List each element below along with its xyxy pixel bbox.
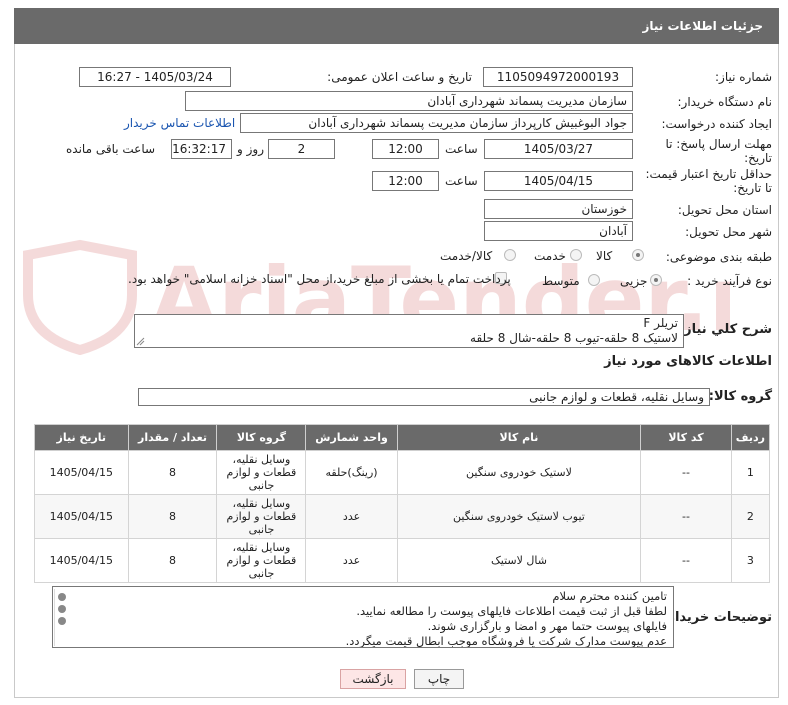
goods-group-field[interactable]: وسایل نقلیه، قطعات و لوازم جانبی xyxy=(138,388,710,406)
cell-group: وسایل نقلیه، قطعات و لوازم جانبی xyxy=(216,450,307,495)
category-radio-service[interactable] xyxy=(570,249,582,261)
reply-time-field[interactable]: 12:00 xyxy=(372,139,439,159)
page-title: جزئیات اطلاعات نیاز xyxy=(14,8,779,44)
cell-quantity: 8 xyxy=(127,450,218,495)
buyer-notes-field[interactable]: تامین کننده محترم سلام لطفا قبل از ثبت ق… xyxy=(52,586,674,648)
category-radio-goods-service[interactable] xyxy=(504,249,516,261)
cell-item-name: تیوب لاستیک خودروی سنگین xyxy=(396,494,642,539)
requester-label: ایجاد کننده درخواست: xyxy=(661,117,772,131)
city-label: شهر محل تحویل: xyxy=(685,225,772,239)
cell-unit: (رینگ)حلقه xyxy=(305,450,398,495)
need-number-label: شماره نیاز: xyxy=(715,70,772,84)
table-row[interactable]: 1 -- لاستیک خودروی سنگین (رینگ)حلقه وسای… xyxy=(34,450,771,495)
reply-deadline-label: مهلت ارسال پاسخ: تا xyxy=(665,137,772,151)
cell-need-date: 1405/04/15 xyxy=(34,494,129,539)
need-number-field[interactable]: 1105094972000193 xyxy=(483,67,633,87)
category-radio-goods[interactable] xyxy=(632,249,644,261)
cell-group: وسایل نقلیه، قطعات و لوازم جانبی xyxy=(216,538,307,583)
cell-unit: عدد xyxy=(305,538,398,583)
price-validity-label: حداقل تاریخ اعتبار قیمت: xyxy=(645,167,772,181)
cell-unit: عدد xyxy=(305,494,398,539)
buyer-org-label: نام دستگاه خریدار: xyxy=(677,95,773,109)
col-group: گروه کالا xyxy=(216,424,307,451)
table-row[interactable]: 3 -- شال لاستیک عدد وسایل نقلیه، قطعات و… xyxy=(34,538,771,583)
cell-quantity: 8 xyxy=(127,538,218,583)
reply-deadline-label-2: تاریخ: xyxy=(744,151,772,165)
cell-item-code: -- xyxy=(640,494,732,539)
note-line-4: عدم پیوست مدارک شرکت یا فروشگاه موجب ابط… xyxy=(345,634,667,648)
col-item-name: نام کالا xyxy=(396,424,642,451)
announce-datetime-label: تاریخ و ساعت اعلان عمومی: xyxy=(327,70,472,84)
col-row-number: ردیف xyxy=(730,424,771,451)
day-and-label: روز و xyxy=(237,142,264,156)
general-desc-line-1: تریلر F xyxy=(643,316,678,330)
contact-buyer-link[interactable]: اطلاعات تماس خریدار xyxy=(124,116,235,130)
process-radio-medium[interactable] xyxy=(588,274,600,286)
cell-group: وسایل نقلیه، قطعات و لوازم جانبی xyxy=(216,494,307,539)
cell-item-code: -- xyxy=(640,538,732,583)
remaining-time-field[interactable]: 16:32:17 xyxy=(171,139,232,159)
items-table: ردیف کد کالا نام کالا واحد شمارش گروه کا… xyxy=(34,424,771,583)
cell-quantity: 8 xyxy=(127,494,218,539)
scroll-up-dot-icon[interactable] xyxy=(58,593,66,601)
resize-handle-icon[interactable] xyxy=(136,337,145,346)
cell-row-number: 2 xyxy=(730,494,771,539)
requester-field[interactable]: جواد البوغبیش کارپرداز سازمان مدیریت پسم… xyxy=(240,113,633,133)
col-quantity: تعداد / مقدار xyxy=(127,424,218,451)
treasury-note: پرداخت تمام یا بخشی از مبلغ خرید،از محل … xyxy=(128,272,511,286)
col-unit: واحد شمارش xyxy=(305,424,398,451)
scroll-thumb-dot-icon[interactable] xyxy=(58,605,66,613)
note-line-3: فایلهای پیوست حتما مهر و امضا و بارگزاری… xyxy=(427,619,667,633)
print-button[interactable]: چاپ xyxy=(414,669,464,689)
process-type-label: نوع فرآیند خرید : xyxy=(687,274,772,288)
province-label: استان محل تحویل: xyxy=(677,203,772,217)
cell-item-name: لاستیک خودروی سنگین xyxy=(396,450,642,495)
cell-need-date: 1405/04/15 xyxy=(34,450,129,495)
notes-scrollbar[interactable] xyxy=(54,589,68,646)
province-field[interactable]: خوزستان xyxy=(484,199,633,219)
general-desc-field[interactable]: تریلر F لاستیک 8 حلقه-تیوب 8 حلقه-شال 8 … xyxy=(134,314,684,348)
category-label: طبقه بندی موضوعی: xyxy=(665,250,772,264)
general-desc-line-2: لاستیک 8 حلقه-تیوب 8 حلقه-شال 8 حلقه xyxy=(470,331,678,345)
process-minor-label: جزیی xyxy=(620,274,648,288)
table-header-row: ردیف کد کالا نام کالا واحد شمارش گروه کا… xyxy=(34,424,771,451)
category-goods-service-label: کالا/خدمت xyxy=(440,249,493,263)
cell-row-number: 3 xyxy=(730,538,771,583)
general-desc-label: شرح کلي نياز: xyxy=(678,322,772,337)
category-goods-label: کالا xyxy=(596,249,613,263)
city-field[interactable]: آبادان xyxy=(484,221,633,241)
validity-hour-label: ساعت xyxy=(445,174,478,188)
validity-time-field[interactable]: 12:00 xyxy=(372,171,439,191)
process-radio-minor[interactable] xyxy=(650,274,662,286)
col-item-code: کد کالا xyxy=(640,424,732,451)
note-line-1: تامین کننده محترم سلام xyxy=(552,589,667,603)
reply-hour-label: ساعت xyxy=(445,142,478,156)
cell-item-name: شال لاستیک xyxy=(396,538,642,583)
note-line-2: لطفا قبل از ثبت قیمت اطلاعات فایلهای پیو… xyxy=(356,604,667,618)
scroll-down-dot-icon[interactable] xyxy=(58,617,66,625)
price-validity-label-2: تا تاریخ: xyxy=(733,181,772,195)
days-field[interactable]: 2 xyxy=(268,139,335,159)
validity-date-field[interactable]: 1405/04/15 xyxy=(484,171,633,191)
cell-need-date: 1405/04/15 xyxy=(34,538,129,583)
goods-group-label: گروه کالا: xyxy=(708,389,772,404)
process-medium-label: متوسط xyxy=(542,274,580,288)
goods-info-heading: اطلاعات کالاهای مورد نیاز xyxy=(604,354,772,369)
cell-item-code: -- xyxy=(640,450,732,495)
category-service-label: خدمت xyxy=(534,249,566,263)
buyer-notes-label: توضیحات خریدار: xyxy=(662,610,772,625)
col-need-date: تاریخ نیاز xyxy=(34,424,129,451)
buyer-org-field[interactable]: سازمان مدیریت پسماند شهرداری آبادان xyxy=(185,91,633,111)
back-button[interactable]: بازگشت xyxy=(340,669,406,689)
announce-datetime-field[interactable]: 1405/03/24 - 16:27 xyxy=(79,67,231,87)
cell-row-number: 1 xyxy=(730,450,771,495)
table-row[interactable]: 2 -- تیوب لاستیک خودروی سنگین عدد وسایل … xyxy=(34,494,771,539)
hours-remaining-label: ساعت باقی مانده xyxy=(66,142,156,156)
reply-date-field[interactable]: 1405/03/27 xyxy=(484,139,633,159)
